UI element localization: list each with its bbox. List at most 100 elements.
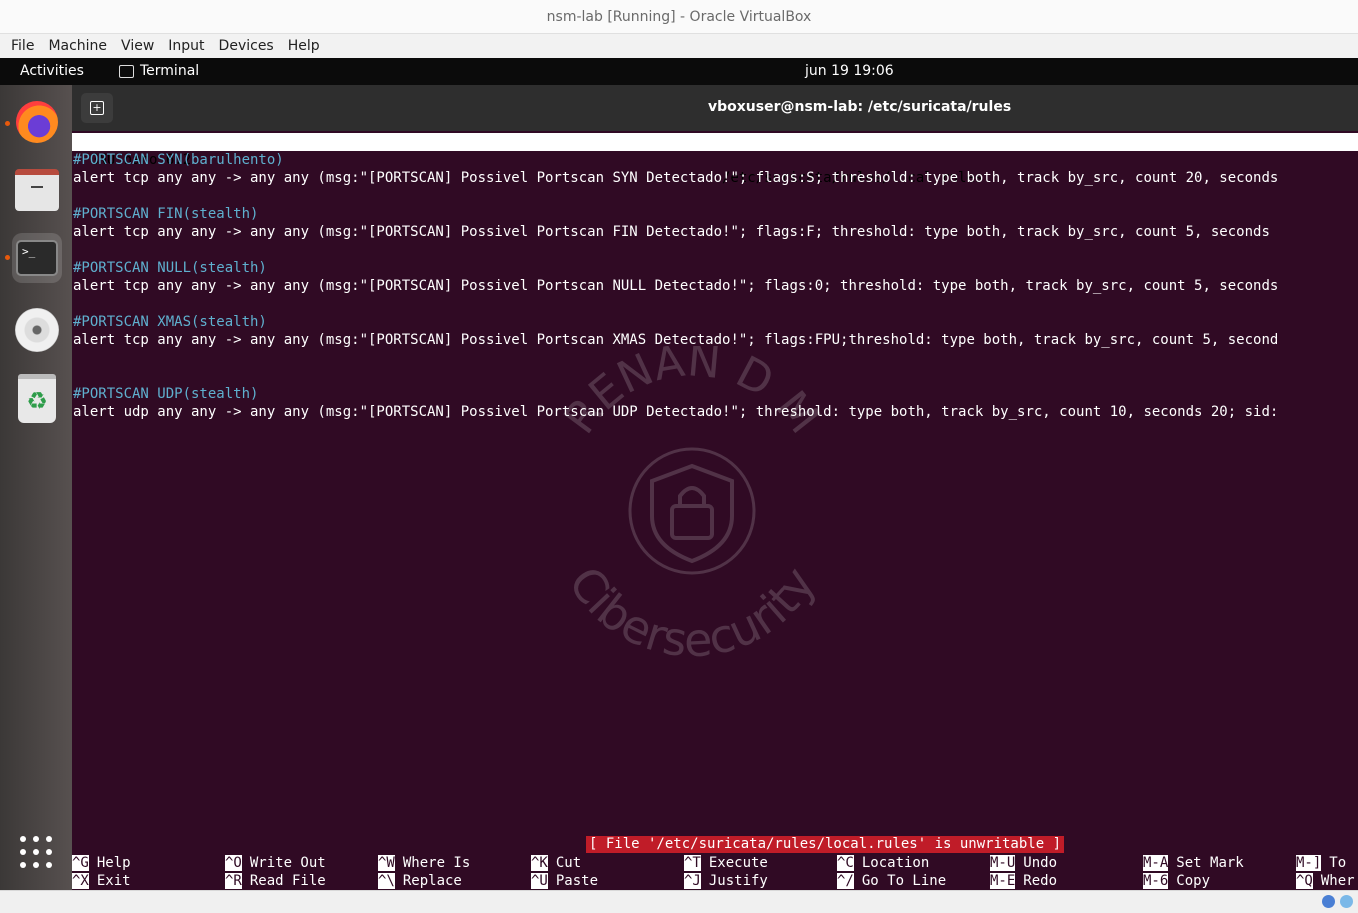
shortcut-wher[interactable]: ^Q Wher [1296, 872, 1355, 890]
clock[interactable]: jun 19 19:06 [805, 63, 894, 79]
shortcut-key: ^/ [837, 873, 854, 889]
shortcut-key: M-6 [1143, 873, 1169, 889]
shortcut-exit[interactable]: ^X Exit [72, 872, 131, 890]
menu-input[interactable]: Input [161, 34, 211, 58]
shortcut-label: Justify [708, 873, 768, 889]
shortcut-label: Exit [96, 873, 131, 889]
rule-line: alert tcp any any -> any any (msg:"[PORT… [73, 224, 1270, 240]
terminal-small-icon [119, 64, 134, 78]
shortcut-help[interactable]: ^G Help [72, 854, 131, 872]
shortcut-key: ^W [378, 855, 395, 871]
network-status-icon[interactable] [1322, 895, 1335, 908]
rule-line: alert tcp any any -> any any (msg:"[PORT… [73, 332, 1279, 348]
files-icon[interactable] [12, 165, 62, 215]
shortcut-label: Redo [1023, 873, 1058, 889]
terminal-icon[interactable]: >_ [12, 233, 62, 283]
shortcut-key: M-] [1296, 855, 1322, 871]
firefox-icon[interactable] [12, 97, 62, 147]
rule-comment-line: #PORTSCAN FIN(stealth) [73, 206, 259, 222]
svg-text:RENAN D M: RENAN D M [554, 346, 829, 443]
shortcut-row-1: ^G Help ^O Write Out ^W Where Is ^K Cut ^T Execut… [72, 854, 1358, 872]
shortcut-justify[interactable]: ^J Justify [684, 872, 768, 890]
rule-comment-line: #PORTSCAN SYN(barulhento) [73, 152, 284, 168]
shortcut-replace[interactable]: ^\ Replace [378, 872, 462, 890]
shortcut-undo[interactable]: M-U Undo [990, 854, 1057, 872]
shortcut-key: ^\ [378, 873, 395, 889]
terminal-title: vboxuser@nsm-lab: /etc/suricata/rules [708, 99, 1012, 115]
rule-line: alert tcp any any -> any any (msg:"[PORT… [73, 278, 1279, 294]
rule-comment-line: #PORTSCAN XMAS(stealth) [73, 314, 267, 330]
show-apps-icon[interactable] [20, 836, 54, 870]
shortcut-label: Where Is [402, 855, 471, 871]
rule-line: alert tcp any any -> any any (msg:"[PORT… [73, 170, 1279, 186]
running-indicator [5, 255, 10, 260]
shortcut-key: ^J [684, 873, 701, 889]
shortcut-copy[interactable]: M-6 Copy [1143, 872, 1210, 890]
shortcut-key: ^R [225, 873, 242, 889]
disc-icon[interactable] [12, 305, 62, 355]
mouse-integration-icon[interactable] [1340, 895, 1353, 908]
vbox-status-bar [0, 890, 1358, 913]
rule-comment-line: #PORTSCAN NULL(stealth) [73, 260, 267, 276]
shortcut-key: ^O [225, 855, 242, 871]
vbox-menu-bar: File Machine View Input Devices Help [0, 34, 1358, 58]
gnome-top-bar: Activities Terminal jun 19 19:06 [0, 58, 1358, 85]
shortcut-key: M-U [990, 855, 1016, 871]
shortcut-label: Copy [1176, 873, 1211, 889]
shortcut-read-file[interactable]: ^R Read File [225, 872, 326, 890]
shortcut-label: To [1329, 855, 1347, 871]
shortcut-key: M-E [990, 873, 1016, 889]
shortcut-key: ^T [684, 855, 701, 871]
shortcut-go-to-line[interactable]: ^/ Go To Line [837, 872, 946, 890]
shortcut-label: Set Mark [1176, 855, 1244, 871]
dock: >_ ♻ [0, 85, 72, 890]
shortcut-label: Cut [555, 855, 582, 871]
shortcut-paste[interactable]: ^U Paste [531, 872, 598, 890]
shortcut-cut[interactable]: ^K Cut [531, 854, 581, 872]
shortcut-key: M-A [1143, 855, 1169, 871]
menu-view[interactable]: View [114, 34, 161, 58]
shortcut-key: ^G [72, 855, 89, 871]
running-indicator [5, 121, 10, 126]
shortcut-execute[interactable]: ^T Execute [684, 854, 768, 872]
terminal-headerbar: + vboxuser@nsm-lab: /etc/suricata/rules [72, 85, 1358, 131]
shortcut-row-2: ^X Exit ^R Read File ^\ Replace ^U Paste ^J Justi… [72, 872, 1358, 890]
menu-devices[interactable]: Devices [212, 34, 281, 58]
rule-line: alert udp any any -> any any (msg:"[PORT… [73, 404, 1279, 420]
shortcut-write-out[interactable]: ^O Write Out [225, 854, 326, 872]
menu-help[interactable]: Help [281, 34, 327, 58]
shortcut-label: Wher [1320, 873, 1355, 889]
shortcut-label: Read File [249, 873, 326, 889]
vbox-title-bar: nsm-lab [Running] - Oracle VirtualBox [0, 0, 1358, 34]
shortcut-key: ^X [72, 873, 89, 889]
shortcut-label: Go To Line [861, 873, 947, 889]
shortcut-set-mark[interactable]: M-A Set Mark [1143, 854, 1244, 872]
trash-icon[interactable]: ♻ [12, 373, 62, 423]
menu-machine[interactable]: Machine [41, 34, 114, 58]
shortcut-label: Paste [555, 873, 599, 889]
window-title: nsm-lab [Running] - Oracle VirtualBox [546, 8, 812, 25]
app-menu-terminal[interactable]: Terminal [119, 63, 199, 79]
menu-file[interactable]: File [0, 34, 41, 58]
shortcut-label: Undo [1023, 855, 1058, 871]
shortcut-label: Replace [402, 873, 462, 889]
nano-status-message: [ File '/etc/suricata/rules/local.rules'… [586, 836, 1065, 853]
shortcut-to[interactable]: M-] To [1296, 854, 1346, 872]
shortcut-key: ^U [531, 873, 548, 889]
shortcut-label: Location [861, 855, 930, 871]
shortcut-label: Write Out [249, 855, 326, 871]
terminal-body[interactable]: GNU nano 6.2 /etc/suricata/rules/local.r… [72, 131, 1358, 890]
shortcut-key: ^C [837, 855, 854, 871]
shortcut-label: Help [96, 855, 131, 871]
shortcut-label: Execute [708, 855, 768, 871]
activities-button[interactable]: Activities [20, 63, 84, 79]
watermark-logo: RENAN D M Cibersecurity [554, 346, 829, 666]
shortcut-redo[interactable]: M-E Redo [990, 872, 1057, 890]
shortcut-location[interactable]: ^C Location [837, 854, 929, 872]
nano-title-bar: GNU nano 6.2 /etc/suricata/rules/local.r… [72, 133, 1358, 186]
rule-comment-line: #PORTSCAN UDP(stealth) [73, 386, 259, 402]
new-tab-icon: + [90, 101, 104, 115]
shortcut-where-is[interactable]: ^W Where Is [378, 854, 470, 872]
new-tab-button[interactable]: + [81, 93, 113, 123]
app-menu-label: Terminal [140, 63, 200, 79]
